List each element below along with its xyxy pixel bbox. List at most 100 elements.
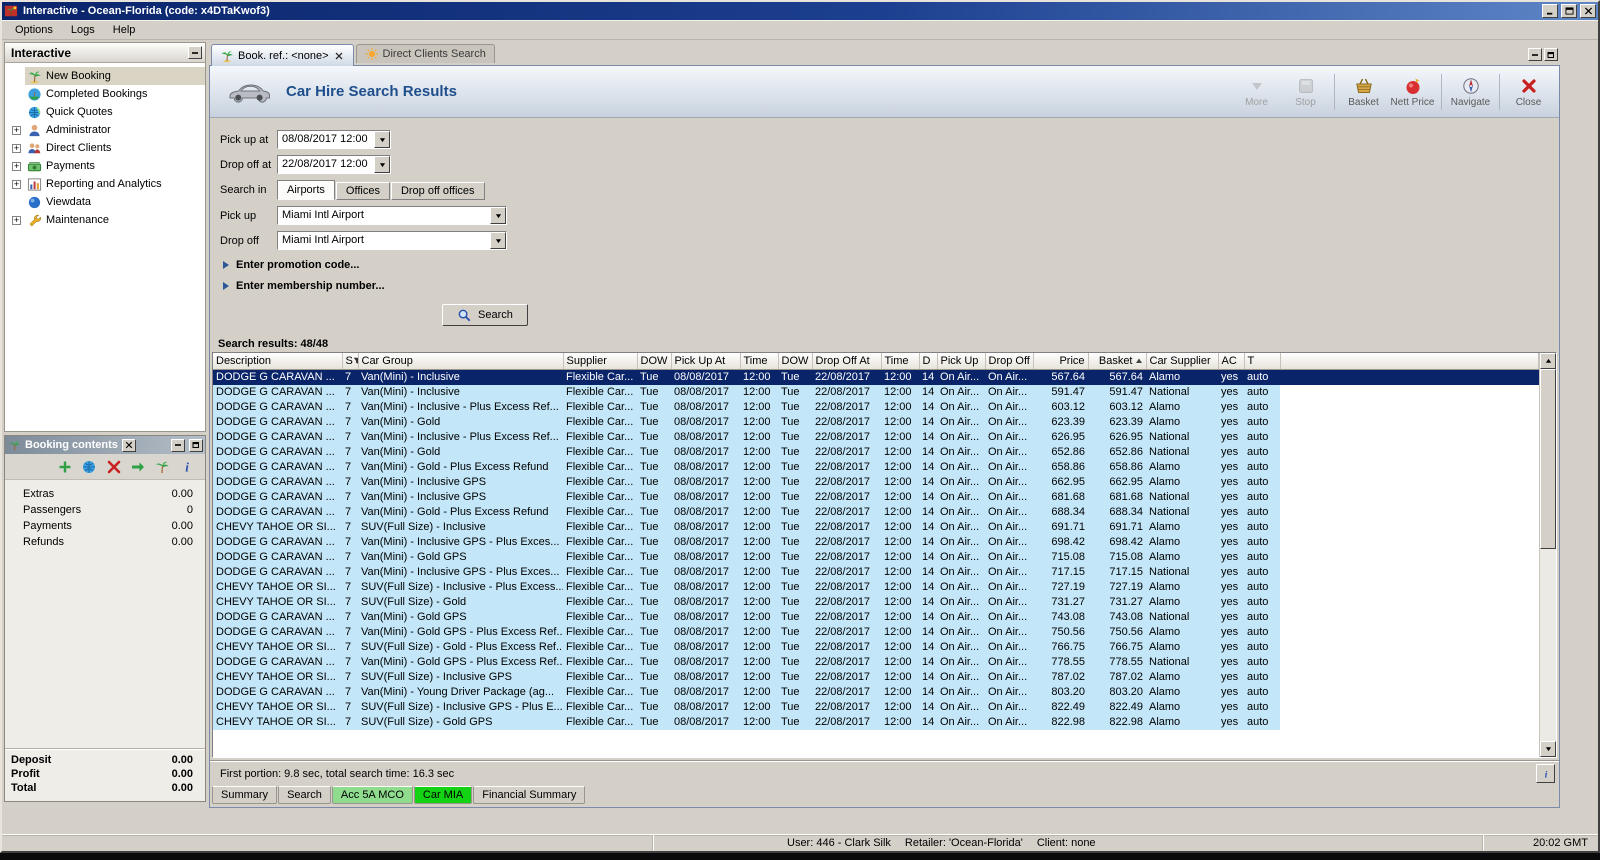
- result-row[interactable]: CHEVY TAHOE OR SI... 7 SUV(Full Size) - In…: [213, 699, 1539, 715]
- tab-close-icon[interactable]: [333, 50, 345, 62]
- column-header-s[interactable]: S: [342, 353, 359, 370]
- booking-close-button[interactable]: [121, 438, 136, 452]
- result-row[interactable]: DODGE G CARAVAN ... 7 Van(Mini) - Gold GPS…: [213, 549, 1539, 565]
- doc-tab-book-ref-none[interactable]: Book. ref.: <none>: [211, 44, 354, 66]
- booking-minimize-button[interactable]: [171, 438, 185, 452]
- mdi-maximize-button[interactable]: [1544, 48, 1558, 61]
- expand-icon[interactable]: +: [12, 161, 21, 171]
- search-in-tab-airports[interactable]: Airports: [277, 180, 335, 200]
- chevron-down-icon[interactable]: [374, 156, 390, 173]
- sidebar-item-administrator[interactable]: + Administrator: [5, 121, 205, 139]
- collapse-panel-button[interactable]: [188, 46, 202, 59]
- filter-icon[interactable]: [353, 355, 357, 367]
- booking-search-button[interactable]: [81, 458, 97, 475]
- vertical-scrollbar[interactable]: [1539, 353, 1556, 757]
- booking-delete-button[interactable]: [106, 458, 122, 475]
- column-header-supplier[interactable]: Supplier: [563, 353, 638, 370]
- column-header-drop-off-at[interactable]: Drop Off At: [812, 353, 882, 370]
- bottom-tab-car-mia[interactable]: Car MIA: [413, 786, 473, 804]
- sidebar-item-direct-clients[interactable]: + Direct Clients: [5, 139, 205, 157]
- result-row[interactable]: DODGE G CARAVAN ... 7 Van(Mini) - Gold Flex…: [213, 414, 1539, 430]
- expand-icon[interactable]: +: [12, 143, 21, 153]
- result-row[interactable]: DODGE G CARAVAN ... 7 Van(Mini) - Inclusiv…: [213, 384, 1539, 400]
- result-row[interactable]: DODGE G CARAVAN ... 7 Van(Mini) - Inclusiv…: [213, 534, 1539, 550]
- membership-number-expander[interactable]: Enter membership number...: [222, 280, 1559, 292]
- mdi-minimize-button[interactable]: [1528, 48, 1542, 61]
- scroll-up-icon[interactable]: [1540, 353, 1556, 369]
- scrollbar-thumb[interactable]: [1540, 369, 1556, 549]
- column-header-description[interactable]: Description: [213, 353, 343, 370]
- column-header-price[interactable]: Price: [1033, 353, 1089, 370]
- booking-maximize-button[interactable]: [189, 438, 203, 452]
- result-row[interactable]: CHEVY TAHOE OR SI... 7 SUV(Full Size) - In…: [213, 519, 1539, 535]
- result-row[interactable]: CHEVY TAHOE OR SI... 7 SUV(Full Size) - In…: [213, 579, 1539, 595]
- chevron-down-icon[interactable]: [490, 207, 506, 224]
- maximize-button[interactable]: [1561, 4, 1577, 18]
- column-header-car-supplier[interactable]: Car Supplier: [1146, 353, 1219, 370]
- column-header-drop-off[interactable]: Drop Off: [985, 353, 1034, 370]
- sidebar-item-quick-quotes[interactable]: Quick Quotes: [5, 103, 205, 121]
- sidebar-item-payments[interactable]: + Payments: [5, 157, 205, 175]
- menu-help[interactable]: Help: [104, 22, 145, 38]
- expand-icon[interactable]: +: [12, 215, 21, 225]
- bottom-tab-search[interactable]: Search: [278, 786, 331, 804]
- result-row[interactable]: DODGE G CARAVAN ... 7 Van(Mini) - Gold Flex…: [213, 444, 1539, 460]
- result-row[interactable]: CHEVY TAHOE OR SI... 7 SUV(Full Size) - Go…: [213, 639, 1539, 655]
- search-button[interactable]: Search: [442, 304, 528, 326]
- toolbar-close-button[interactable]: Close: [1504, 76, 1553, 108]
- result-row[interactable]: DODGE G CARAVAN ... 7 Van(Mini) - Inclusiv…: [213, 474, 1539, 490]
- result-row[interactable]: DODGE G CARAVAN ... 7 Van(Mini) - Gold - P…: [213, 459, 1539, 475]
- menu-logs[interactable]: Logs: [62, 22, 104, 38]
- column-header-ac[interactable]: AC: [1218, 353, 1245, 370]
- chevron-down-icon[interactable]: [374, 131, 390, 148]
- pick-up-field[interactable]: Miami Intl Airport: [277, 206, 507, 225]
- drop-off-at-field[interactable]: 22/08/2017 12:00: [277, 155, 391, 174]
- doc-tab-direct-clients-search[interactable]: Direct Clients Search: [355, 44, 495, 63]
- bottom-tab-summary[interactable]: Summary: [212, 786, 278, 804]
- sidebar-item-reporting-and-analytics[interactable]: + Reporting and Analytics: [5, 175, 205, 193]
- promotion-code-expander[interactable]: Enter promotion code...: [222, 259, 1559, 271]
- expand-icon[interactable]: +: [12, 179, 21, 189]
- scroll-down-icon[interactable]: [1540, 741, 1556, 757]
- close-button[interactable]: [1580, 4, 1596, 18]
- bottom-tab-acc-5a-mco[interactable]: Acc 5A MCO: [331, 786, 413, 804]
- result-row[interactable]: DODGE G CARAVAN ... 7 Van(Mini) - Gold GPS…: [213, 609, 1539, 625]
- booking-new-booking-button[interactable]: [154, 458, 170, 475]
- booking-info-button[interactable]: i: [179, 458, 195, 475]
- result-row[interactable]: DODGE G CARAVAN ... 7 Van(Mini) - Gold GPS…: [213, 624, 1539, 640]
- column-header-car-group[interactable]: Car Group: [358, 353, 564, 370]
- menu-options[interactable]: Options: [6, 22, 62, 38]
- result-row[interactable]: DODGE G CARAVAN ... 7 Van(Mini) - Inclusiv…: [213, 564, 1539, 580]
- sidebar-item-viewdata[interactable]: Viewdata: [5, 193, 205, 211]
- sidebar-item-completed-bookings[interactable]: Completed Bookings: [5, 85, 205, 103]
- pick-up-at-field[interactable]: 08/08/2017 12:00: [277, 130, 391, 149]
- sidebar-item-maintenance[interactable]: + Maintenance: [5, 211, 205, 229]
- toolbar-nett-price-button[interactable]: Nett Price: [1388, 76, 1437, 108]
- column-header-pick-up-at[interactable]: Pick Up At: [671, 353, 741, 370]
- result-row[interactable]: DODGE G CARAVAN ... 7 Van(Mini) - Young Dr…: [213, 684, 1539, 700]
- result-row[interactable]: DODGE G CARAVAN ... 7 Van(Mini) - Gold - P…: [213, 504, 1539, 520]
- column-header-t[interactable]: T: [1244, 353, 1281, 370]
- result-row[interactable]: CHEVY TAHOE OR SI... 7 SUV(Full Size) - In…: [213, 669, 1539, 685]
- bottom-tab-financial-summary[interactable]: Financial Summary: [473, 786, 586, 804]
- minimize-button[interactable]: [1542, 4, 1558, 18]
- toolbar-navigate-button[interactable]: Navigate: [1446, 76, 1495, 108]
- result-row[interactable]: DODGE G CARAVAN ... 7 Van(Mini) - Inclusiv…: [213, 369, 1539, 385]
- result-row[interactable]: CHEVY TAHOE OR SI... 7 SUV(Full Size) - Go…: [213, 594, 1539, 610]
- result-row[interactable]: DODGE G CARAVAN ... 7 Van(Mini) - Inclusiv…: [213, 429, 1539, 445]
- column-header-pick-up[interactable]: Pick Up: [937, 353, 986, 370]
- toolbar-basket-button[interactable]: Basket: [1339, 76, 1388, 108]
- column-header-time[interactable]: Time: [881, 353, 920, 370]
- drop-off-field[interactable]: Miami Intl Airport: [277, 231, 507, 250]
- booking-transfer-button[interactable]: [130, 458, 146, 475]
- result-row[interactable]: DODGE G CARAVAN ... 7 Van(Mini) - Gold GPS…: [213, 654, 1539, 670]
- chevron-down-icon[interactable]: [490, 232, 506, 249]
- result-row[interactable]: DODGE G CARAVAN ... 7 Van(Mini) - Inclusiv…: [213, 399, 1539, 415]
- column-header-dow[interactable]: DOW: [778, 353, 813, 370]
- result-row[interactable]: DODGE G CARAVAN ... 7 Van(Mini) - Inclusiv…: [213, 489, 1539, 505]
- sidebar-item-new-booking[interactable]: New Booking: [5, 67, 205, 85]
- expand-icon[interactable]: +: [12, 125, 21, 135]
- column-header-d[interactable]: D: [919, 353, 938, 370]
- result-row[interactable]: CHEVY TAHOE OR SI... 7 SUV(Full Size) - Go…: [213, 714, 1539, 730]
- info-icon[interactable]: i: [1536, 764, 1555, 783]
